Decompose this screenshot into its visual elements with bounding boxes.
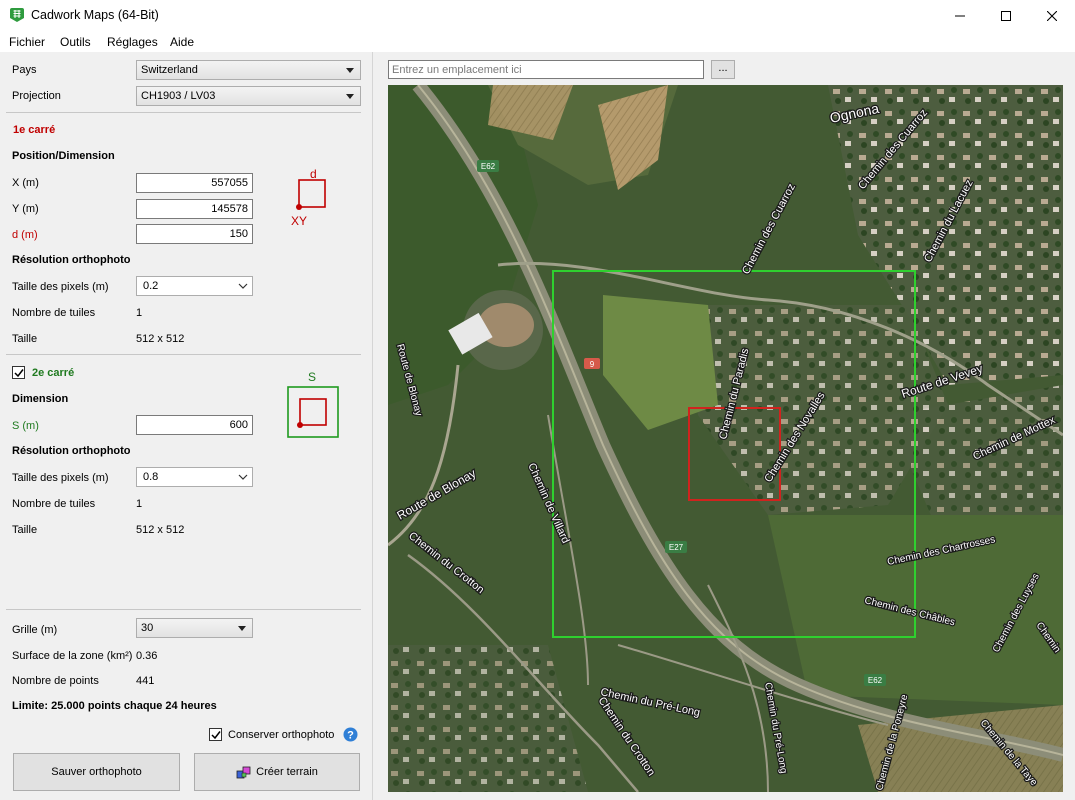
- dropdown-arrow-icon: [346, 94, 354, 99]
- separator: [6, 354, 361, 355]
- resolution2-heading: Résolution orthophoto: [12, 445, 131, 457]
- close-button[interactable]: [1029, 0, 1075, 31]
- settings-panel: Pays Switzerland Projection CH1903 / LV0…: [0, 52, 372, 800]
- title-bar: Cadwork Maps (64-Bit): [0, 0, 1075, 31]
- checkmark-icon: [14, 369, 24, 378]
- points-value: 441: [136, 675, 155, 687]
- pixel-size1-select[interactable]: 0.2: [136, 276, 253, 296]
- grid-value: 30: [141, 622, 154, 634]
- browse-button[interactable]: ...: [711, 60, 735, 79]
- create-terrain-label: Créer terrain: [256, 766, 318, 778]
- country-select[interactable]: Switzerland: [136, 60, 361, 80]
- diagram-s-label: S: [308, 370, 317, 384]
- chevron-down-icon: [238, 474, 248, 480]
- d-label: d (m): [12, 229, 38, 241]
- size2-value: 512 x 512: [136, 524, 185, 536]
- terrain-icon: [236, 766, 251, 779]
- size2-label: Taille: [12, 524, 38, 536]
- square2-checkbox[interactable]: [12, 366, 25, 379]
- dropdown-arrow-icon: [238, 626, 246, 631]
- projection-value: CH1903 / LV03: [141, 90, 216, 102]
- close-icon: [1047, 10, 1057, 21]
- tiles2-value: 1: [136, 498, 143, 510]
- tiles2-label: Nombre de tuiles: [12, 498, 96, 510]
- checkmark-icon: [211, 731, 221, 740]
- e62-label-bottom: E62: [868, 676, 883, 685]
- size1-label: Taille: [12, 333, 38, 345]
- svg-text:?: ?: [347, 730, 354, 742]
- y-input[interactable]: 145578: [136, 199, 253, 219]
- dropdown-arrow-icon: [346, 68, 354, 73]
- minimize-button[interactable]: [937, 0, 983, 31]
- menu-outils[interactable]: Outils: [60, 35, 91, 49]
- minimize-icon: [955, 15, 965, 16]
- tiles1-value: 1: [136, 307, 143, 319]
- projection-label: Projection: [12, 90, 61, 102]
- keep-orthophoto-label: Conserver orthophoto: [228, 729, 335, 741]
- cadwork-maps-app-icon: [10, 8, 24, 22]
- square2-heading: 2e carré: [32, 367, 75, 379]
- resolution1-heading: Résolution orthophoto: [12, 254, 131, 266]
- size1-value: 512 x 512: [136, 333, 185, 345]
- create-terrain-button[interactable]: Créer terrain: [194, 753, 360, 791]
- s-input[interactable]: 600: [136, 415, 253, 435]
- separator: [6, 609, 361, 610]
- points-label: Nombre de points: [12, 675, 99, 687]
- window-title: Cadwork Maps (64-Bit): [31, 8, 159, 22]
- y-label: Y (m): [12, 203, 39, 215]
- menu-fichier[interactable]: Fichier: [9, 35, 45, 49]
- pixel-size1-label: Taille des pixels (m): [12, 281, 109, 293]
- x-label: X (m): [12, 177, 39, 189]
- square1-heading: 1e carré: [13, 124, 56, 136]
- map-imagery: E62 9 E27 E62 Ognona Chemin des Cuarroz …: [388, 85, 1063, 792]
- pixel-size1-value: 0.2: [143, 280, 159, 292]
- pixel-size2-value: 0.8: [143, 471, 159, 483]
- separator: [6, 112, 361, 113]
- pixel-size2-label: Taille des pixels (m): [12, 472, 109, 484]
- satellite-map[interactable]: E62 9 E27 E62 Ognona Chemin des Cuarroz …: [388, 85, 1063, 792]
- e62-label-top: E62: [481, 162, 496, 171]
- grid-select[interactable]: 30: [136, 618, 253, 638]
- tiles1-label: Nombre de tuiles: [12, 307, 96, 319]
- chevron-down-icon: [238, 283, 248, 289]
- location-search-input[interactable]: Entrez un emplacement ici: [388, 60, 704, 79]
- area-label: Surface de la zone (km²): [12, 650, 133, 662]
- save-orthophoto-label: Sauver orthophoto: [51, 766, 142, 778]
- menu-reglages[interactable]: Réglages: [107, 35, 158, 49]
- pane-splitter[interactable]: [372, 52, 373, 800]
- menu-aide[interactable]: Aide: [170, 35, 194, 49]
- square1-diagram-icon: [296, 179, 326, 210]
- grid-label: Grille (m): [12, 624, 58, 636]
- position-dimension-heading: Position/Dimension: [12, 150, 115, 162]
- e27-label: E27: [669, 543, 684, 552]
- save-orthophoto-button[interactable]: Sauver orthophoto: [13, 753, 180, 791]
- diagram-xy-label: XY: [291, 214, 308, 228]
- keep-orthophoto-checkbox[interactable]: [209, 728, 222, 741]
- route9-label: 9: [590, 360, 595, 369]
- d-input[interactable]: 150: [136, 224, 253, 244]
- x-input[interactable]: 557055: [136, 173, 253, 193]
- help-icon[interactable]: ?: [343, 727, 358, 742]
- maximize-button[interactable]: [983, 0, 1029, 31]
- square2-diagram-icon: [287, 386, 339, 438]
- projection-select[interactable]: CH1903 / LV03: [136, 86, 361, 106]
- s-label: S (m): [12, 420, 39, 432]
- dimension-heading: Dimension: [12, 393, 69, 405]
- points-limit-text: Limite: 25.000 points chaque 24 heures: [12, 700, 217, 712]
- country-label: Pays: [12, 64, 37, 76]
- area-value: 0.36: [136, 650, 158, 662]
- country-value: Switzerland: [141, 64, 198, 76]
- menu-bar: Fichier Outils Réglages Aide: [0, 31, 1075, 52]
- pixel-size2-select[interactable]: 0.8: [136, 467, 253, 487]
- maximize-icon: [1001, 10, 1011, 21]
